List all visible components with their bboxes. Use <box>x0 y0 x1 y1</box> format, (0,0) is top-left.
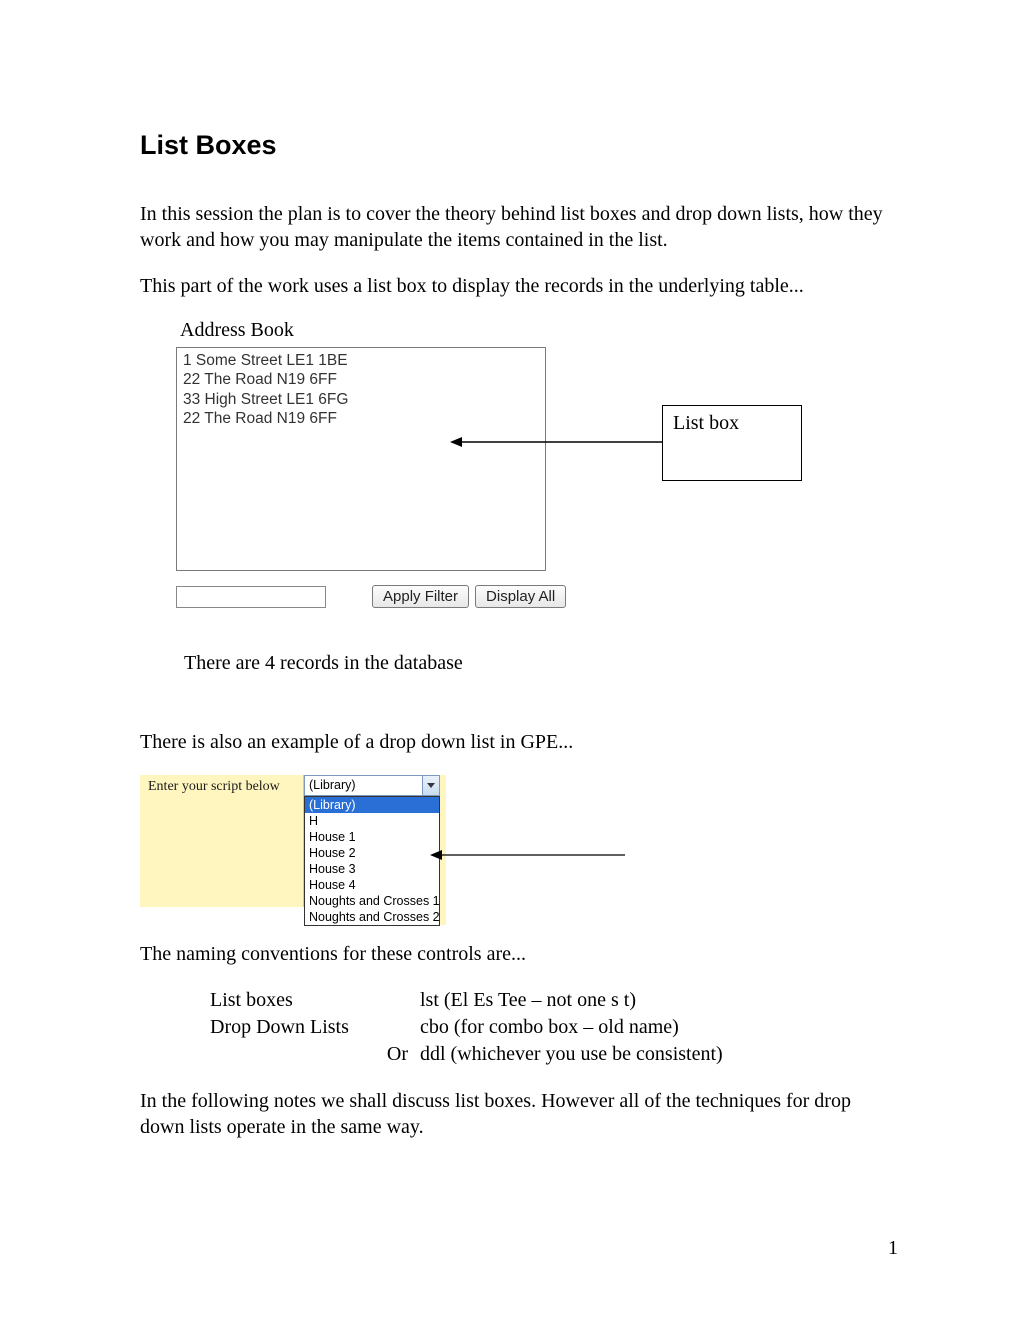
apply-filter-button[interactable]: Apply Filter <box>372 585 469 608</box>
convention-prefix: cbo (for combo box – old name) <box>420 1014 679 1041</box>
convention-row: Or ddl (whichever you use be consistent) <box>210 1041 900 1068</box>
filter-input[interactable] <box>176 586 326 608</box>
gpe-prompt-label: Enter your script below <box>148 779 280 795</box>
callout-listbox: List box <box>662 405 802 481</box>
gpe-select-value: (Library) <box>309 778 356 792</box>
gpe-right-panel-edge <box>440 775 446 925</box>
intro-paragraph-2: This part of the work uses a list box to… <box>140 273 900 299</box>
document-page: List Boxes In this session the plan is t… <box>0 0 1020 1320</box>
chevron-down-icon[interactable] <box>422 776 439 795</box>
gpe-select[interactable]: (Library) <box>304 775 440 796</box>
convention-prefix: lst (El Es Tee – not one s t) <box>420 987 636 1014</box>
addressbook-listbox[interactable]: 1 Some Street LE1 1BE 22 The Road N19 6F… <box>176 347 546 571</box>
paragraph-conventions-intro: The naming conventions for these control… <box>140 941 900 967</box>
addressbook-heading: Address Book <box>180 319 294 342</box>
convention-name: Or <box>210 1041 420 1068</box>
intro-paragraph-1: In this session the plan is to cover the… <box>140 201 900 253</box>
list-item[interactable]: 22 The Road N19 6FF <box>183 370 539 389</box>
dropdown-option[interactable]: House 3 <box>305 861 439 877</box>
callout-label: List box <box>673 412 739 434</box>
records-count-message: There are 4 records in the database <box>184 652 463 675</box>
display-all-button[interactable]: Display All <box>475 585 566 608</box>
page-number: 1 <box>888 1237 898 1260</box>
convention-name: Drop Down Lists <box>210 1014 420 1041</box>
dropdown-option[interactable]: House 1 <box>305 829 439 845</box>
dropdown-option[interactable]: (Library) <box>305 797 439 813</box>
list-item[interactable]: 33 High Street LE1 6FG <box>183 390 539 409</box>
gpe-dropdown-list[interactable]: (Library) H House 1 House 2 House 3 Hous… <box>304 796 440 926</box>
paragraph-gpe: There is also an example of a drop down … <box>140 729 900 755</box>
convention-name: List boxes <box>210 987 420 1014</box>
page-title: List Boxes <box>140 130 900 161</box>
dropdown-option[interactable]: H <box>305 813 439 829</box>
dropdown-option[interactable]: House 2 <box>305 845 439 861</box>
convention-row: List boxes lst (El Es Tee – not one s t) <box>210 987 900 1014</box>
filter-controls: Apply Filter Display All <box>176 585 580 608</box>
convention-prefix: ddl (whichever you use be consistent) <box>420 1041 723 1068</box>
dropdown-option[interactable]: Noughts and Crosses 1 <box>305 893 439 909</box>
paragraph-closing: In the following notes we shall discuss … <box>140 1088 900 1140</box>
naming-conventions: List boxes lst (El Es Tee – not one s t)… <box>210 987 900 1068</box>
list-item[interactable]: 1 Some Street LE1 1BE <box>183 351 539 370</box>
gpe-left-panel: Enter your script below <box>140 775 304 907</box>
figure-listbox: Address Book 1 Some Street LE1 1BE 22 Th… <box>140 319 900 719</box>
dropdown-option[interactable]: House 4 <box>305 877 439 893</box>
figure-dropdown: Enter your script below (Library) (Libra… <box>140 775 900 935</box>
dropdown-option[interactable]: Noughts and Crosses 2 <box>305 909 439 925</box>
convention-row: Drop Down Lists cbo (for combo box – old… <box>210 1014 900 1041</box>
list-item[interactable]: 22 The Road N19 6FF <box>183 409 539 428</box>
arrow-icon <box>430 845 630 865</box>
